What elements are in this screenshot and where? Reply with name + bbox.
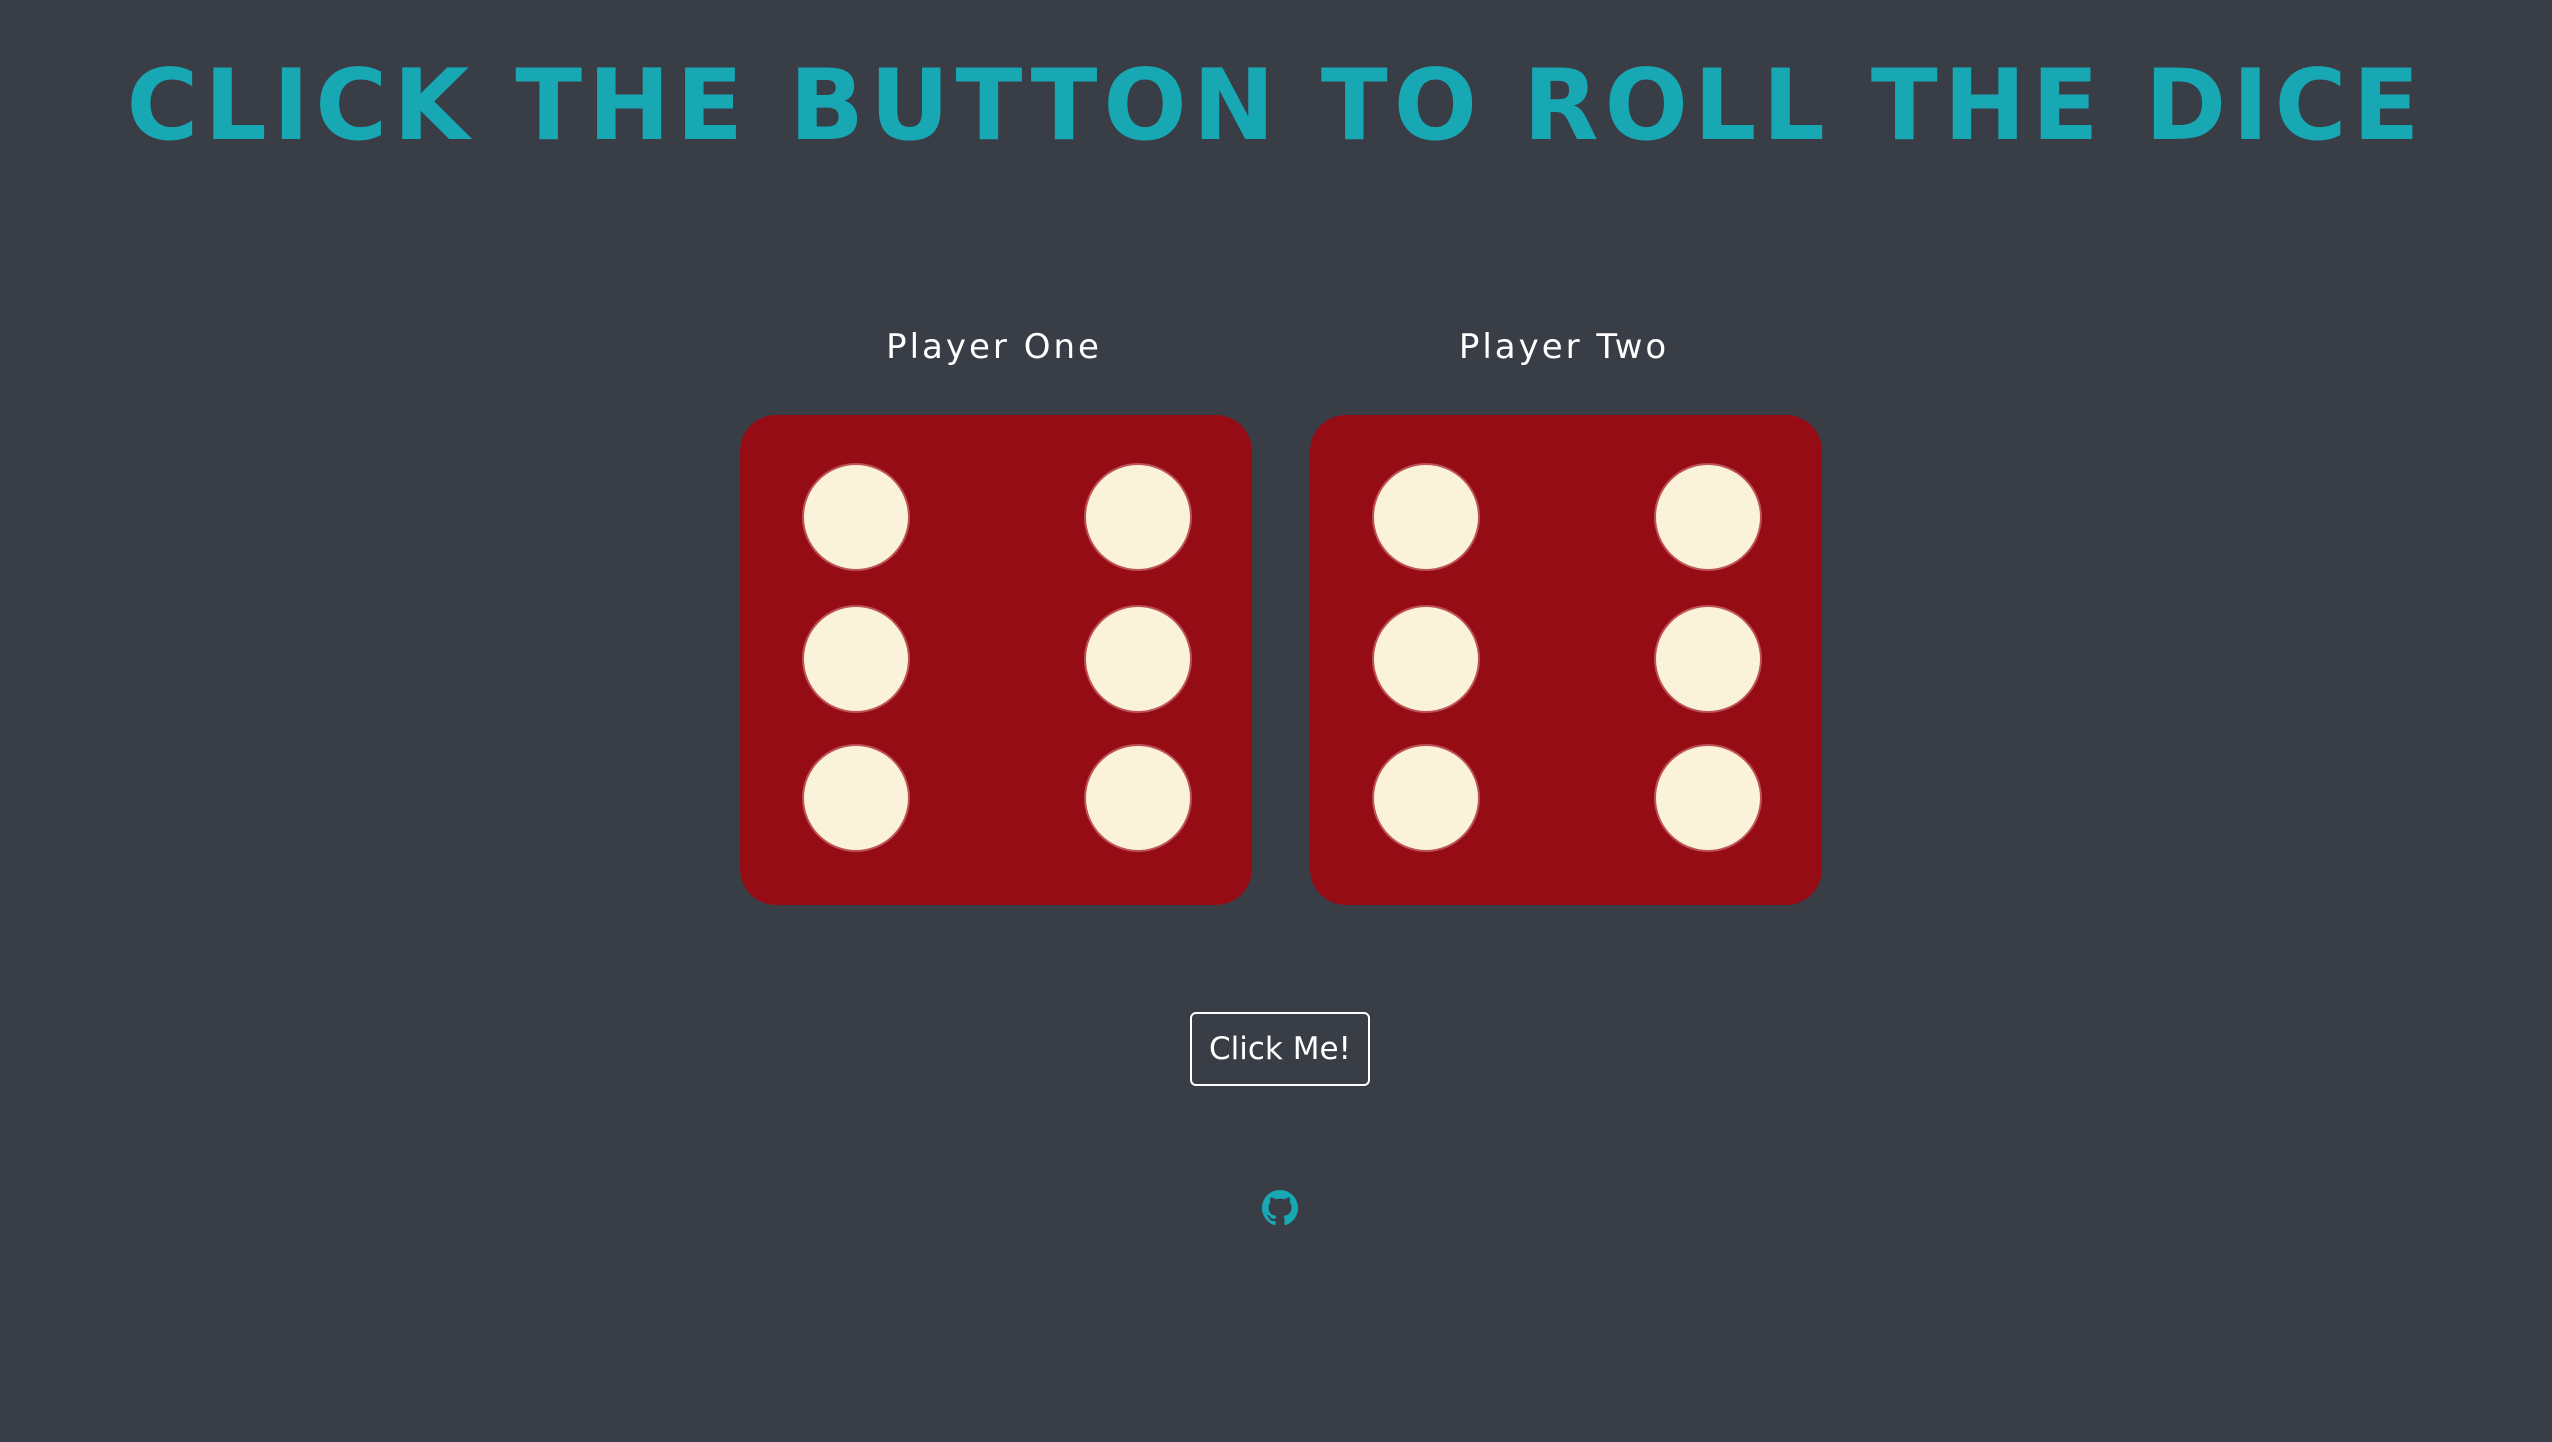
roll-dice-button[interactable]: Click Me! xyxy=(1190,1012,1370,1086)
player-one-die xyxy=(740,415,1252,905)
die-pip xyxy=(1656,607,1760,711)
die-pip xyxy=(1656,746,1760,850)
die-pip xyxy=(804,746,908,850)
die-pip xyxy=(1656,465,1760,569)
die-pip xyxy=(1374,607,1478,711)
die-pip xyxy=(1086,746,1190,850)
die-pip xyxy=(804,607,908,711)
die-pip xyxy=(804,465,908,569)
die-pip xyxy=(1086,607,1190,711)
page-title: CLICK THE BUTTON TO ROLL THE DICE xyxy=(126,49,2426,163)
die-pip xyxy=(1374,465,1478,569)
player-two-die xyxy=(1310,415,1822,905)
github-link[interactable] xyxy=(1262,1190,1298,1226)
player-two-label: Player Two xyxy=(1458,327,1670,367)
die-pip xyxy=(1374,746,1478,850)
player-one-label: Player One xyxy=(886,327,1102,367)
github-icon xyxy=(1262,1190,1298,1226)
die-pip xyxy=(1086,465,1190,569)
